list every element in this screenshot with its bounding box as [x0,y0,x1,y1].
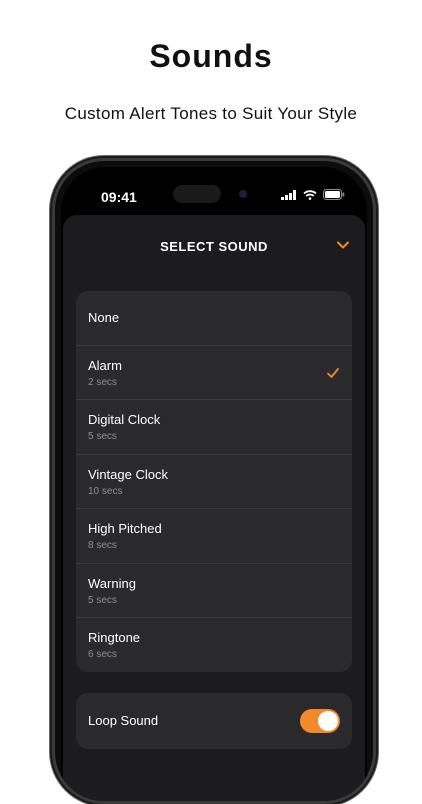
page-title: Sounds [149,38,273,74]
status-icons [281,189,345,200]
sound-name: Digital Clock [88,412,161,427]
loop-sound-row: Loop Sound [76,693,352,749]
phone-screen: 09:41 SELECT SOUND None Alarm 2 secs Dig… [61,167,367,801]
sound-duration: 6 secs [88,649,117,660]
sheet-title: SELECT SOUND [160,239,268,254]
sound-duration: 5 secs [88,431,117,442]
sound-option-ringtone[interactable]: Ringtone 6 secs [76,618,352,672]
sound-option-warning[interactable]: Warning 5 secs [76,564,352,618]
battery-icon [323,189,345,200]
sound-name: Ringtone [88,630,141,645]
sound-name: None [88,310,120,325]
checkmark-icon [327,367,339,378]
signal-icon [281,189,296,200]
loop-sound-toggle[interactable] [300,709,340,733]
sound-option-high-pitched[interactable]: High Pitched 8 secs [76,509,352,564]
toggle-knob [318,711,338,731]
phone-frame: 09:41 SELECT SOUND None Alarm 2 secs Dig… [52,158,376,804]
sound-name: Vintage Clock [88,466,168,482]
select-sound-sheet: SELECT SOUND None Alarm 2 secs Digital C… [63,215,365,801]
status-time: 09:41 [101,189,137,205]
sound-duration: 8 secs [88,540,117,551]
page-subtitle: Custom Alert Tones to Suit Your Style [64,104,358,123]
sound-duration: 10 secs [88,485,123,497]
dynamic-island [173,185,221,203]
chevron-down-icon[interactable] [335,237,351,253]
loop-sound-label: Loop Sound [88,713,159,728]
sound-name: High Pitched [88,521,162,536]
sound-name: Warning [88,575,136,591]
wifi-icon [303,189,317,200]
sound-name: Alarm [88,357,122,373]
sound-option-vintage-clock[interactable]: Vintage Clock 10 secs [76,455,352,509]
sound-option-digital-clock[interactable]: Digital Clock 5 secs [76,400,352,455]
camera-icon [239,190,247,198]
sound-duration: 2 secs [88,376,117,388]
sound-option-alarm[interactable]: Alarm 2 secs [76,346,352,400]
sound-duration: 5 secs [88,594,117,606]
sound-list: None Alarm 2 secs Digital Clock 5 secs V… [76,291,352,672]
sound-option-none[interactable]: None [76,291,352,346]
